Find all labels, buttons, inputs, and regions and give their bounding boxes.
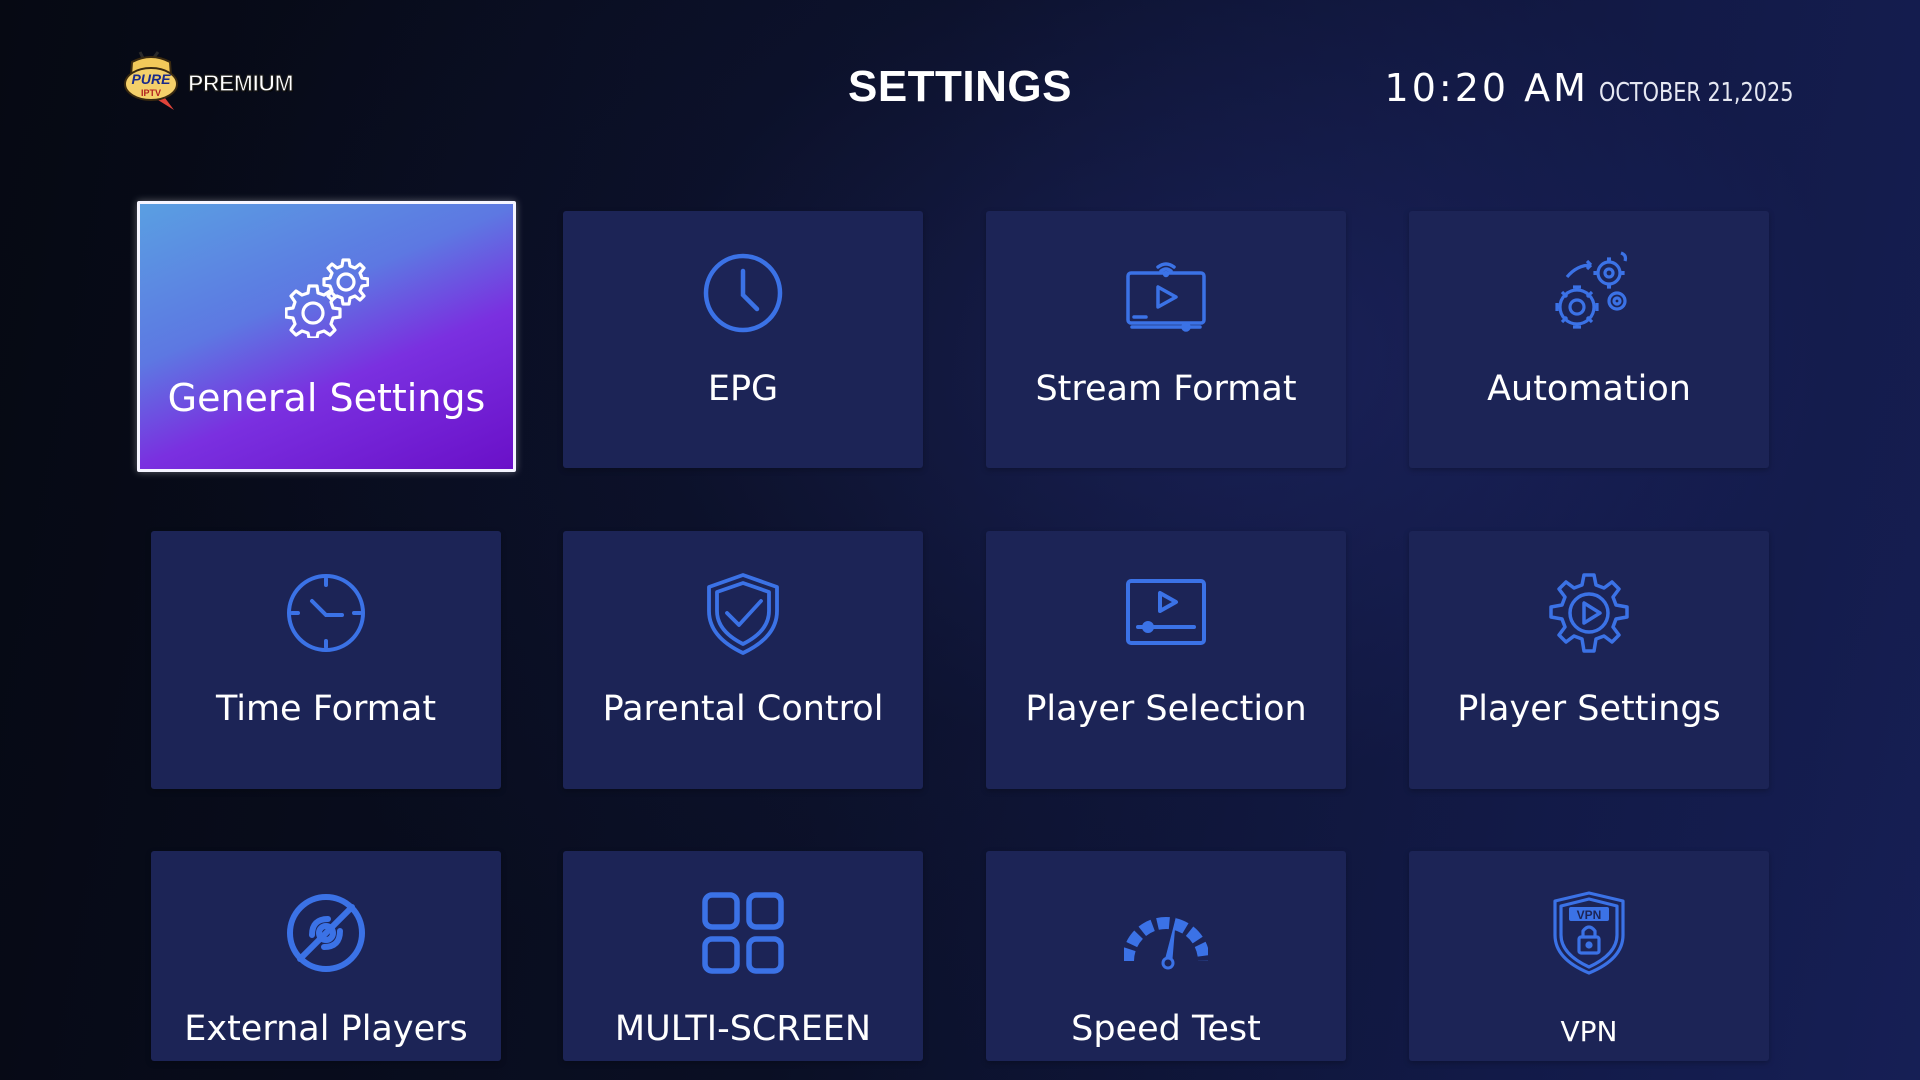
tile-label: Stream Format [1035,369,1297,409]
player-screen-icon [1124,571,1208,655]
tile-label: Automation [1487,369,1691,409]
tile-multi-screen[interactable]: MULTI-SCREEN [563,851,923,1061]
time-clock-icon [284,571,368,655]
tile-external-players[interactable]: External Players [151,851,501,1061]
tile-label: General Settings [167,376,486,420]
clock-date: OCTOBER 21,2025 [1598,78,1794,108]
tile-label: VPN [1560,1015,1618,1048]
tile-label: Player Selection [1025,689,1307,729]
tile-player-settings[interactable]: Player Settings [1409,531,1769,789]
vpn-shield-icon: VPN [1547,891,1631,975]
tile-vpn[interactable]: VPN VPN [1409,851,1769,1061]
tile-label: Speed Test [1071,1009,1261,1049]
tile-player-selection[interactable]: Player Selection [986,531,1346,789]
tile-speed-test[interactable]: Speed Test [986,851,1346,1061]
grid-icon [701,891,785,975]
clock-icon [701,251,785,335]
gear-play-icon [1547,571,1631,655]
automation-gears-icon [1547,251,1631,335]
tile-stream-format[interactable]: Stream Format [986,211,1346,468]
stream-screen-icon [1124,251,1208,335]
tile-label: Parental Control [602,689,884,729]
clock: 10:20 AM OCTOBER 21,2025 [1385,66,1800,110]
vpn-badge-text: VPN [1577,908,1602,922]
speedometer-icon [1124,891,1208,975]
gears-icon [284,254,369,338]
tile-general-settings[interactable]: General Settings [137,201,516,472]
disc-off-icon [284,891,368,975]
tile-automation[interactable]: Automation [1409,211,1769,468]
clock-time: 10:20 AM [1384,66,1589,110]
tile-label: EPG [707,369,779,409]
shield-check-icon [701,571,785,655]
tile-time-format[interactable]: Time Format [151,531,501,789]
tile-label: MULTI-SCREEN [614,1009,872,1049]
tile-parental-control[interactable]: Parental Control [563,531,923,789]
tile-epg[interactable]: EPG [563,211,923,468]
tile-label: Player Settings [1457,689,1721,729]
tile-label: Time Format [215,689,437,729]
tile-label: External Players [184,1009,468,1049]
